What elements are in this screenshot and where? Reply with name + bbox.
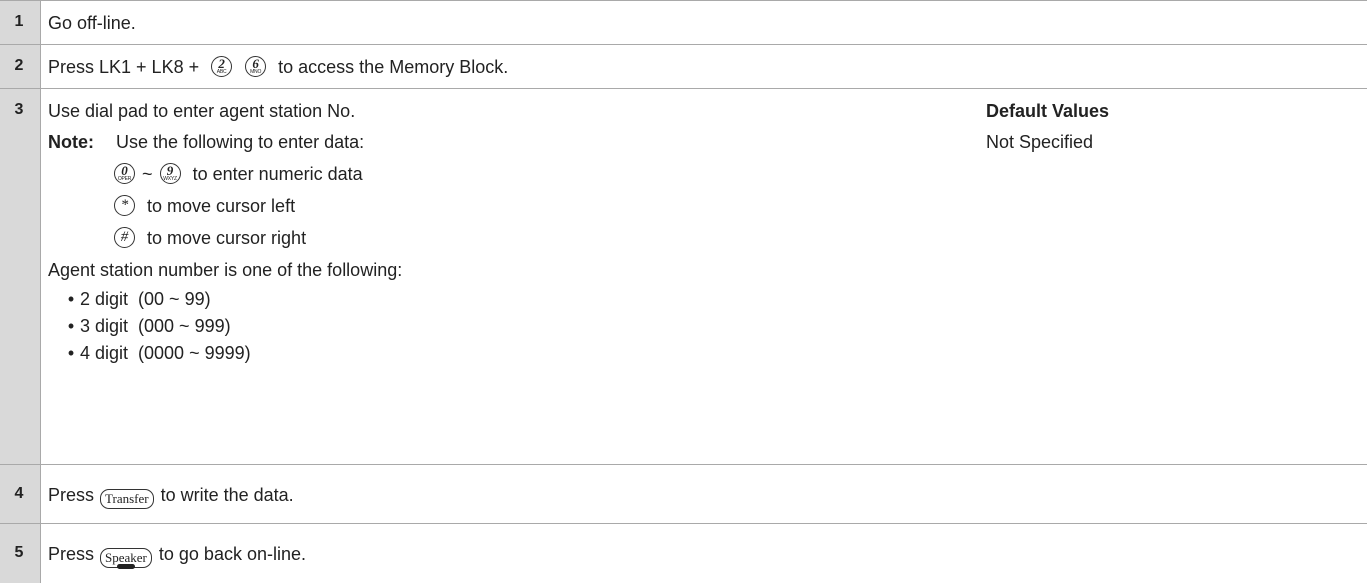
procedure-table: 1 Go off-line. 2 Press LK1 + LK8 + 2 ABC …	[0, 0, 1367, 583]
dial-key-0-icon: 0 OPER	[114, 163, 135, 184]
step-number: 2	[0, 45, 41, 89]
step-text: Go off-line.	[48, 13, 136, 33]
step-text-post: to go back on-line.	[153, 544, 306, 564]
step-row-1: 1 Go off-line.	[0, 0, 1367, 45]
step-text: Press Transfer to write the data.	[48, 484, 294, 509]
star-key-line: * to move cursor left	[112, 195, 295, 217]
step-number: 4	[0, 465, 41, 524]
default-values-value: Not Specified	[986, 132, 1094, 152]
numeric-key-line: 0 OPER ~ 9 WXYZ to enter numeric data	[112, 163, 363, 185]
step-text-post: to write the data.	[155, 485, 294, 505]
step-number-text: 5	[14, 544, 24, 561]
bullet-item: • 2 digit (00 ~ 99)	[67, 289, 211, 309]
default-values-label: Default Values	[986, 101, 1110, 121]
step-row-5: 5 Press Speaker to go back on-line.	[0, 523, 1367, 583]
step-text-post: to access the Memory Block.	[273, 57, 509, 77]
note-line: Note: Use the following to enter data:	[48, 131, 364, 153]
step-number: 1	[0, 1, 41, 45]
step-text-pre: Press	[48, 485, 100, 505]
star-key-icon: *	[114, 195, 135, 216]
note-text: Use the following to enter data:	[116, 132, 365, 152]
dial-key-2-icon: 2 ABC	[211, 56, 233, 77]
step-text: Press Speaker to go back on-line.	[48, 543, 306, 569]
numeric-text: to enter numeric data	[187, 164, 363, 184]
speaker-key-icon: Speaker	[100, 548, 152, 569]
step-row-3: 3 Use dial pad to enter agent station No…	[0, 88, 1367, 465]
step-number: 3	[0, 89, 41, 465]
step-row-4: 4 Press Transfer to write the data.	[0, 464, 1367, 524]
step-number-text: 4	[14, 485, 24, 502]
step-instruction: Use dial pad to enter agent station No.	[48, 101, 356, 121]
step-text: Press LK1 + LK8 + 2 ABC 6 MNO to access th…	[48, 56, 508, 78]
transfer-key-icon: Transfer	[100, 489, 154, 509]
tilde-text: ~	[142, 164, 153, 184]
hash-text: to move cursor right	[142, 228, 307, 248]
step-number-text: 2	[14, 57, 24, 74]
hash-key-line: # to move cursor right	[112, 227, 306, 249]
note-label: Note:	[48, 132, 94, 152]
step-row-2: 2 Press LK1 + LK8 + 2 ABC 6 MNO to access …	[0, 44, 1367, 89]
agent-text: Agent station number is one of the follo…	[48, 260, 403, 280]
step-number: 5	[0, 524, 41, 583]
step-number-text: 3	[14, 101, 24, 118]
star-text: to move cursor left	[142, 196, 296, 216]
hash-key-icon: #	[114, 227, 135, 248]
step-text-pre: Press LK1 + LK8 +	[48, 57, 205, 77]
dial-key-6-icon: 6 MNO	[245, 56, 267, 77]
step-number-text: 1	[14, 13, 24, 30]
bullet-item: • 4 digit (0000 ~ 9999)	[67, 343, 251, 363]
bullet-item: • 3 digit (000 ~ 999)	[67, 316, 231, 336]
step-text-pre: Press	[48, 544, 100, 564]
dial-key-9-icon: 9 WXYZ	[159, 163, 181, 184]
